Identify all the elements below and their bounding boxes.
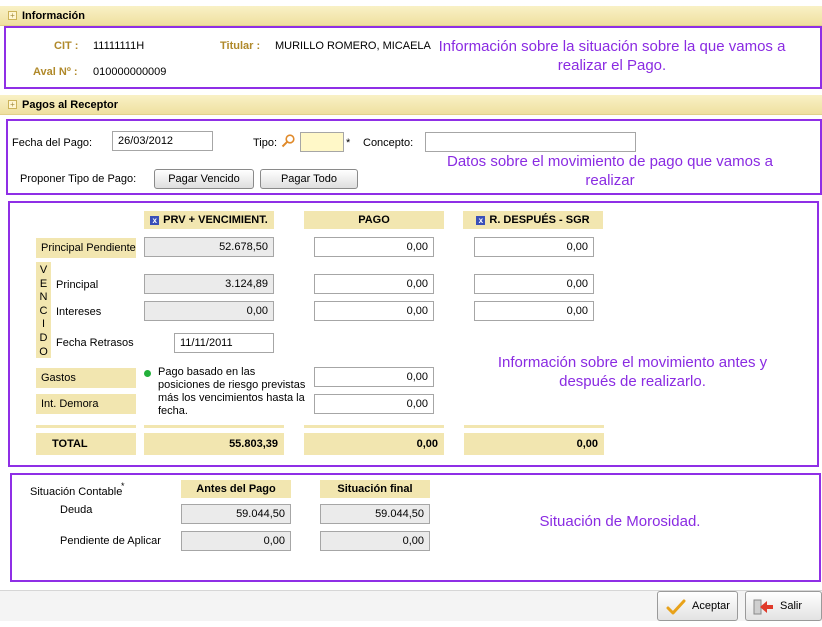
informacion-section-header[interactable]: + Información: [0, 6, 822, 26]
expand-icon[interactable]: +: [8, 11, 17, 20]
movimiento-note: Información sobre el movimiento antes y …: [497, 354, 768, 390]
informacion-title: Información: [22, 10, 85, 22]
movimiento-highlight-frame: [8, 201, 819, 467]
info-note: Información sobre la situación sobre la …: [438, 38, 786, 74]
situacion-note: Situación de Morosidad.: [539, 513, 701, 530]
aceptar-button[interactable]: Aceptar: [657, 591, 738, 621]
pagos-section-header[interactable]: + Pagos al Receptor: [0, 95, 822, 115]
salir-button[interactable]: Salir: [745, 591, 822, 621]
expand-icon[interactable]: +: [8, 100, 17, 109]
salir-label: Salir: [780, 600, 803, 612]
check-icon: [666, 598, 686, 616]
pagos-title: Pagos al Receptor: [22, 99, 118, 111]
pago-note: Datos sobre el movimiento de pago que va…: [446, 153, 773, 189]
aceptar-label: Aceptar: [692, 600, 730, 612]
exit-icon: [752, 598, 774, 616]
